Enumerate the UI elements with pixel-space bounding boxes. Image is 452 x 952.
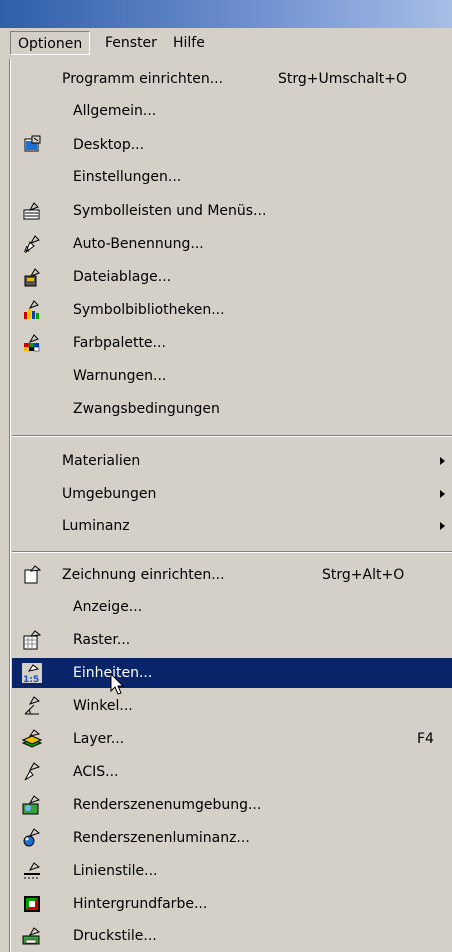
menu-optionen[interactable]: Optionen xyxy=(10,31,91,55)
drawing-setup-icon xyxy=(24,565,42,584)
menu-item-zwangsbedingungen[interactable]: Zwangsbedingungen xyxy=(12,394,452,424)
menu-item-label: Raster... xyxy=(73,632,131,648)
symbol-library-icon xyxy=(24,300,39,319)
menu-item-symbolleisten[interactable]: Symbolleisten und Menüs... xyxy=(12,196,452,226)
menu-item-label: ACIS... xyxy=(73,764,119,780)
menu-item-einstellungen[interactable]: Einstellungen... xyxy=(12,162,452,192)
menu-item-label: Materialien xyxy=(62,453,141,469)
background-color-icon xyxy=(24,896,40,912)
menu-item-shortcut: Strg+Alt+O xyxy=(322,567,405,583)
render-luminance-icon xyxy=(23,828,41,847)
menu-item-label: Programm einrichten... xyxy=(62,71,224,87)
menu-item-label: Anzeige... xyxy=(73,599,143,615)
desktop-settings-icon xyxy=(24,135,41,152)
menu-item-umgebungen[interactable]: Umgebungen xyxy=(12,479,452,509)
svg-text:A: A xyxy=(24,245,30,254)
submenu-arrow-icon xyxy=(440,522,445,530)
window-edge xyxy=(0,59,10,952)
menu-item-label: Dateiablage... xyxy=(73,269,172,285)
menu-item-zeichnung-einrichten[interactable]: Zeichnung einrichten... Strg+Alt+O xyxy=(12,560,452,590)
menu-item-label: Einstellungen... xyxy=(73,169,182,185)
menu-item-label: Renderszenenumgebung... xyxy=(73,797,262,813)
menu-item-auto-benennung[interactable]: A Auto-Benennung... xyxy=(12,229,452,259)
menu-item-hintergrundfarbe[interactable]: Hintergrundfarbe... xyxy=(12,889,452,919)
file-storage-icon xyxy=(24,268,40,287)
menu-item-materialien[interactable]: Materialien xyxy=(12,446,452,476)
menu-item-label: Renderszenenluminanz... xyxy=(73,830,250,846)
menu-item-layer[interactable]: Layer... F4 xyxy=(12,724,452,754)
menu-item-programm-einrichten[interactable]: Programm einrichten... Strg+Umschalt+O xyxy=(12,64,452,94)
menu-item-luminanz[interactable]: Luminanz xyxy=(12,511,452,541)
line-styles-icon xyxy=(24,862,41,879)
menu-hilfe[interactable]: Hilfe xyxy=(166,31,212,55)
menu-item-renderszenenumgebung[interactable]: Renderszenenumgebung... xyxy=(12,790,452,820)
render-environment-icon xyxy=(22,795,41,815)
menu-item-label: Druckstile... xyxy=(73,928,157,944)
acis-icon xyxy=(24,762,41,781)
title-bar xyxy=(0,0,452,28)
menu-item-label: Hintergrundfarbe... xyxy=(73,896,208,912)
mouse-cursor-icon xyxy=(110,673,125,695)
optionen-dropdown: Programm einrichten... Strg+Umschalt+O A… xyxy=(10,59,452,952)
menu-item-label: Layer... xyxy=(73,731,125,747)
menu-item-einheiten[interactable]: 1:5 Einheiten... xyxy=(12,658,452,688)
menu-item-farbpalette[interactable]: Farbpalette... xyxy=(12,328,452,358)
menu-bar: Optionen Fenster Hilfe xyxy=(0,28,452,60)
units-icon: 1:5 xyxy=(22,663,42,683)
submenu-arrow-icon xyxy=(440,490,445,498)
menu-item-dateiablage[interactable]: Dateiablage... xyxy=(12,262,452,292)
menu-item-label: Warnungen... xyxy=(73,368,167,384)
svg-text:1:5: 1:5 xyxy=(23,675,39,683)
menu-item-raster[interactable]: Raster... xyxy=(12,625,452,655)
menu-item-label: Symbolleisten und Menüs... xyxy=(73,203,267,219)
menu-item-label: Linienstile... xyxy=(73,863,158,879)
menu-item-shortcut: F4 xyxy=(417,731,434,747)
menu-item-acis[interactable]: ACIS... xyxy=(12,757,452,787)
auto-naming-icon: A xyxy=(24,235,40,254)
menu-item-allgemein[interactable]: Allgemein... xyxy=(12,96,452,126)
menu-separator xyxy=(12,435,452,437)
menu-fenster[interactable]: Fenster xyxy=(98,31,164,55)
menu-item-label: Desktop... xyxy=(73,137,145,153)
menu-item-label: Auto-Benennung... xyxy=(73,236,204,252)
menu-item-label: Zeichnung einrichten... xyxy=(62,567,225,583)
menu-item-label: Luminanz xyxy=(62,518,130,534)
menu-item-druckstile[interactable]: Druckstile... xyxy=(12,921,452,951)
menu-item-renderszenenluminanz[interactable]: Renderszenenluminanz... xyxy=(12,823,452,853)
menu-separator xyxy=(12,551,452,553)
menu-item-label: Zwangsbedingungen xyxy=(73,401,220,417)
menu-item-desktop[interactable]: Desktop... xyxy=(12,130,452,160)
menu-item-winkel[interactable]: Winkel... xyxy=(12,691,452,721)
layer-icon xyxy=(22,729,42,748)
menu-item-label: Allgemein... xyxy=(73,103,157,119)
menu-item-symbolbibliotheken[interactable]: Symbolbibliotheken... xyxy=(12,295,452,325)
angle-icon xyxy=(24,696,41,715)
menu-item-linienstile[interactable]: Linienstile... xyxy=(12,856,452,886)
menu-item-shortcut: Strg+Umschalt+O xyxy=(278,71,407,87)
submenu-arrow-icon xyxy=(440,457,445,465)
grid-icon xyxy=(23,630,42,650)
menu-item-label: Symbolbibliotheken... xyxy=(73,302,225,318)
menu-item-anzeige[interactable]: Anzeige... xyxy=(12,592,452,622)
color-palette-icon xyxy=(24,334,40,352)
menu-item-warnungen[interactable]: Warnungen... xyxy=(12,361,452,391)
menu-item-label: Farbpalette... xyxy=(73,335,166,351)
toolbars-icon xyxy=(23,202,40,220)
menu-item-label: Umgebungen xyxy=(62,486,157,502)
print-styles-icon xyxy=(22,927,41,945)
